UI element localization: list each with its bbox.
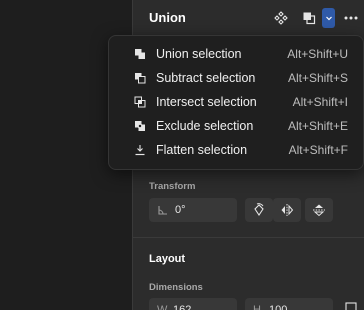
section-divider — [133, 237, 364, 238]
menu-item-label: Intersect selection — [156, 95, 257, 109]
component-icon — [274, 11, 288, 25]
menu-item-shortcut: Alt+Shift+S — [287, 71, 348, 85]
menu-item-intersect[interactable]: Intersect selection Alt+Shift+I — [109, 90, 363, 114]
flip-vertical-icon — [313, 204, 325, 217]
panel-title: Union — [149, 10, 186, 25]
constrain-proportions-button[interactable] — [341, 298, 361, 310]
rotate-icon — [254, 203, 264, 216]
height-prefix: H — [253, 304, 261, 310]
menu-item-label: Flatten selection — [156, 143, 248, 157]
dimensions-label: Dimensions — [149, 282, 203, 293]
menu-item-subtract[interactable]: Subtract selection Alt+Shift+S — [109, 66, 363, 90]
intersect-icon — [134, 96, 146, 108]
flip-horizontal-icon — [281, 204, 294, 216]
flip-horizontal-button[interactable] — [273, 198, 301, 222]
panel-header: Union — [133, 0, 364, 36]
rotate-90-button[interactable] — [245, 198, 273, 222]
subtract-icon — [135, 73, 146, 84]
resize-icon — [345, 302, 357, 310]
menu-item-shortcut: Alt+Shift+E — [287, 119, 348, 133]
layout-title: Layout — [149, 253, 186, 265]
width-field[interactable]: W 162 — [149, 298, 237, 310]
menu-item-label: Exclude selection — [156, 119, 254, 133]
boolean-ops-icon — [303, 12, 316, 25]
component-button[interactable] — [271, 8, 291, 28]
height-field[interactable]: H 100 — [245, 298, 333, 310]
menu-item-shortcut: Alt+Shift+I — [292, 95, 348, 109]
transform-label: Transform — [149, 181, 196, 192]
menu-item-label: Subtract selection — [156, 71, 256, 85]
more-icon — [344, 16, 358, 20]
angle-icon — [158, 206, 167, 215]
boolean-ops-button[interactable] — [299, 8, 319, 28]
flatten-icon — [135, 145, 145, 156]
width-prefix: W — [157, 304, 168, 310]
menu-item-shortcut: Alt+Shift+U — [287, 47, 348, 61]
more-button[interactable] — [341, 8, 361, 28]
menu-item-exclude[interactable]: Exclude selection Alt+Shift+E — [109, 114, 363, 138]
menu-item-flatten[interactable]: Flatten selection Alt+Shift+F — [109, 138, 363, 162]
chevron-down-icon — [325, 16, 332, 21]
boolean-dropdown-button[interactable] — [322, 8, 335, 28]
flip-vertical-button[interactable] — [305, 198, 333, 222]
menu-item-label: Union selection — [156, 47, 242, 61]
exclude-icon — [135, 121, 145, 131]
menu-item-union[interactable]: Union selection Alt+Shift+U — [109, 42, 363, 66]
rotation-field[interactable]: 0° — [149, 198, 237, 222]
menu-item-shortcut: Alt+Shift+F — [288, 143, 348, 157]
height-value: 100 — [269, 304, 288, 310]
boolean-operations-menu: Union selection Alt+Shift+U Subtract sel… — [108, 35, 364, 170]
rotation-value: 0° — [175, 204, 186, 216]
union-icon — [135, 49, 145, 59]
width-value: 162 — [173, 304, 192, 310]
